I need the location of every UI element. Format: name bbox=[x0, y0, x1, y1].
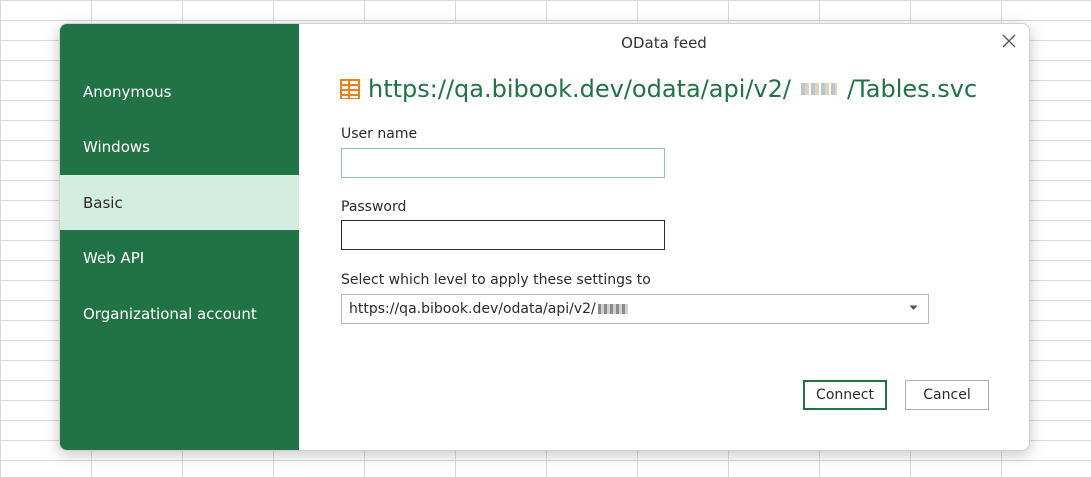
level-select-value: https://qa.bibook.dev/odata/api/v2/ bbox=[349, 301, 596, 317]
feed-url-suffix: /Tables.svc bbox=[847, 75, 978, 103]
password-label: Password bbox=[341, 199, 407, 215]
username-input[interactable] bbox=[341, 148, 665, 178]
dialog-title: OData feed bbox=[621, 34, 707, 52]
sidebar-item-basic[interactable]: Basic bbox=[60, 175, 299, 230]
sidebar-item-label: Web API bbox=[83, 248, 145, 267]
auth-method-sidebar: Anonymous Windows Basic Web API Organiza… bbox=[60, 24, 299, 450]
feed-url-prefix: https://qa.bibook.dev/odata/api/v2/ bbox=[368, 75, 791, 103]
close-button[interactable] bbox=[998, 30, 1020, 52]
sidebar-item-anonymous[interactable]: Anonymous bbox=[60, 64, 299, 119]
sidebar-item-web-api[interactable]: Web API bbox=[60, 230, 299, 285]
level-select[interactable]: https://qa.bibook.dev/odata/api/v2/ bbox=[341, 294, 929, 324]
sidebar-item-label: Basic bbox=[83, 193, 123, 212]
redacted-segment bbox=[801, 83, 837, 95]
sidebar-item-label: Windows bbox=[83, 137, 150, 156]
sidebar-item-organizational-account[interactable]: Organizational account bbox=[60, 286, 299, 341]
sidebar-item-label: Anonymous bbox=[83, 82, 172, 101]
redacted-segment bbox=[597, 304, 628, 314]
odata-feed-dialog: Anonymous Windows Basic Web API Organiza… bbox=[59, 23, 1030, 451]
sidebar-item-label: Organizational account bbox=[83, 304, 257, 323]
cancel-button[interactable]: Cancel bbox=[905, 380, 989, 410]
level-label: Select which level to apply these settin… bbox=[341, 272, 651, 288]
sidebar-item-windows[interactable]: Windows bbox=[60, 119, 299, 174]
close-icon bbox=[1002, 34, 1016, 48]
chevron-down-icon bbox=[909, 305, 918, 310]
feed-url: https://qa.bibook.dev/odata/api/v2/ /Tab… bbox=[339, 75, 977, 103]
password-input[interactable] bbox=[341, 220, 665, 250]
connect-button[interactable]: Connect bbox=[803, 380, 887, 410]
username-label: User name bbox=[341, 126, 418, 142]
table-icon bbox=[340, 79, 360, 99]
